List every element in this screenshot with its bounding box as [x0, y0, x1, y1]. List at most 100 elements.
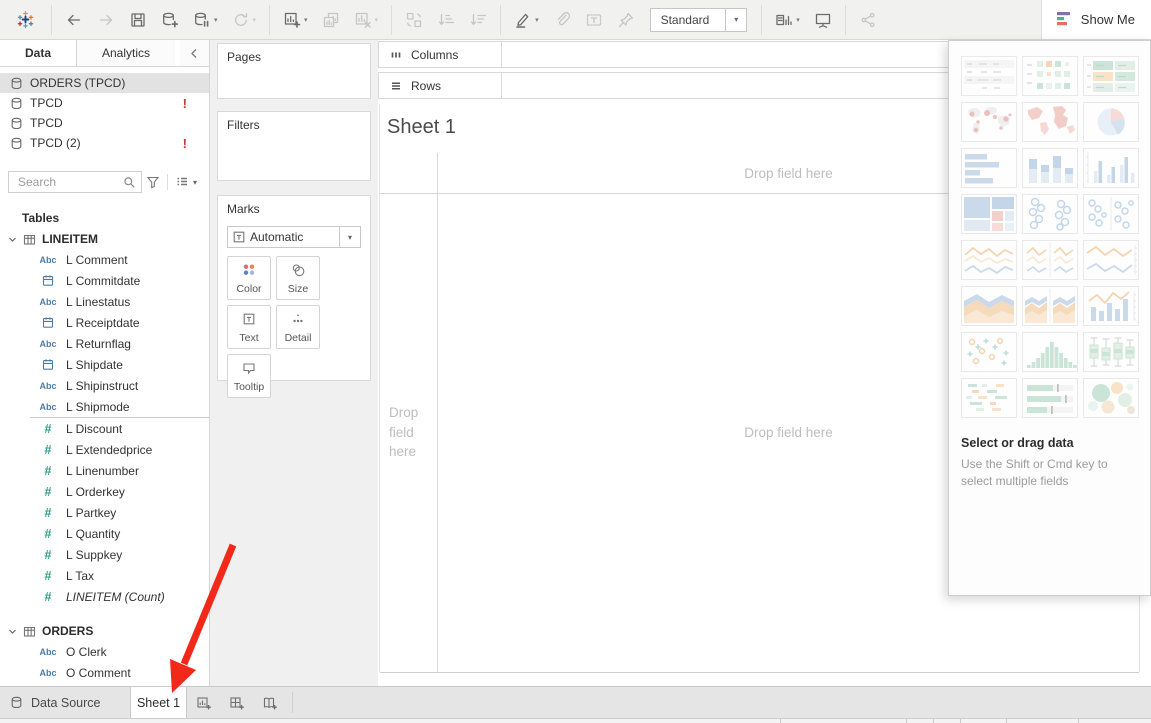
field-row[interactable]: #LINEITEM (Count) [30, 586, 209, 607]
field-row[interactable]: #L Discount [30, 418, 209, 439]
redo-button[interactable] [90, 0, 122, 39]
data-source-item[interactable]: TPCD! [0, 93, 209, 113]
data-source-item[interactable]: ORDERS (TPCD) [0, 73, 209, 93]
field-row[interactable]: L Receiptdate [0, 312, 209, 333]
mark-button-text[interactable]: Text [227, 305, 271, 349]
drop-zone-left[interactable]: Drop field here [380, 193, 436, 672]
field-row[interactable]: #L Extendedprice [30, 439, 209, 460]
search-input-box[interactable] [8, 171, 142, 193]
showme-histogram-thumbnail[interactable] [1022, 332, 1078, 372]
sort-descending-button[interactable] [462, 0, 494, 39]
field-row[interactable]: L Commitdate [0, 270, 209, 291]
run-auto-updates-button[interactable]: ▾ [225, 0, 264, 39]
showme-highlight-table-thumbnail[interactable] [1022, 56, 1078, 96]
showme-heat-map-thumbnail[interactable] [1083, 56, 1139, 96]
field-row[interactable]: #L Quantity [30, 523, 209, 544]
pages-card[interactable]: Pages [217, 43, 371, 99]
mark-type-dropdown[interactable]: Automatic ▾ [227, 226, 361, 248]
chevron-down-icon[interactable] [8, 627, 17, 636]
showme-gantt-thumbnail[interactable] [961, 378, 1017, 418]
highlight-button[interactable]: ▾ [507, 0, 546, 39]
view-options-caret[interactable]: ▾ [193, 178, 201, 187]
field-row[interactable]: AbcL Shipmode [0, 396, 209, 417]
field-row[interactable]: #L Orderkey [30, 481, 209, 502]
field-row[interactable]: #L Partkey [30, 502, 209, 523]
swap-rows-columns-button[interactable] [398, 0, 430, 39]
showme-horizontal-bars-thumbnail[interactable] [961, 148, 1017, 188]
table-group-lineitem[interactable]: LINEITEM [0, 229, 209, 249]
data-source-tab[interactable]: Data Source [0, 687, 130, 718]
showme-box-and-whisker-thumbnail[interactable] [1083, 332, 1139, 372]
tab-data[interactable]: Data [0, 40, 77, 66]
new-worksheet-button[interactable] [187, 687, 220, 718]
duplicate-sheet-button[interactable] [315, 0, 347, 39]
fit-caret-icon[interactable]: ▾ [725, 9, 746, 31]
field-row[interactable]: #L Suppkey [30, 544, 209, 565]
collapse-pane-icon[interactable] [180, 40, 209, 66]
new-data-source-button[interactable] [154, 0, 186, 39]
showme-area-discrete-thumbnail[interactable] [1022, 286, 1078, 326]
run-auto-updates-caret[interactable]: ▾ [253, 16, 257, 24]
presentation-mode-button[interactable] [807, 0, 839, 39]
paperclip-button[interactable] [546, 0, 578, 39]
new-worksheet-button[interactable]: ▾ [276, 0, 315, 39]
sheet-tab-sheet1[interactable]: Sheet 1 [130, 687, 187, 718]
field-row[interactable]: AbcL Shipinstruct [0, 375, 209, 396]
showme-lines-continuous-thumbnail[interactable] [961, 240, 1017, 280]
field-row[interactable]: AbcO Clerk [0, 641, 209, 662]
chevron-down-icon[interactable] [8, 235, 17, 244]
showme-area-continuous-thumbnail[interactable] [961, 286, 1017, 326]
search-input[interactable] [16, 174, 123, 190]
showme-circle-views-thumbnail[interactable] [1022, 194, 1078, 234]
showme-lines-discrete-thumbnail[interactable] [1022, 240, 1078, 280]
data-source-item[interactable]: TPCD [0, 113, 209, 133]
showme-stacked-bars-thumbnail[interactable] [1022, 148, 1078, 188]
clear-sheet-caret[interactable]: ▾ [375, 16, 379, 24]
mark-button-detail[interactable]: Detail [276, 305, 320, 349]
tab-analytics[interactable]: Analytics [77, 40, 175, 66]
mark-button-color[interactable]: Color [227, 256, 271, 300]
filters-card[interactable]: Filters [217, 111, 371, 181]
showme-packed-bubbles-thumbnail[interactable] [1083, 378, 1139, 418]
pause-auto-updates-caret[interactable]: ▾ [214, 16, 218, 24]
showme-symbol-map-thumbnail[interactable] [961, 102, 1017, 142]
sort-ascending-button[interactable] [430, 0, 462, 39]
new-story-button[interactable] [253, 687, 286, 718]
field-row[interactable]: #L Linenumber [30, 460, 209, 481]
field-row[interactable]: AbcO Comment [0, 662, 209, 683]
filter-fields-icon[interactable] [142, 175, 164, 189]
showme-bullet-graph-thumbnail[interactable] [1022, 378, 1078, 418]
showme-text-table-thumbnail[interactable] [961, 56, 1017, 96]
pause-auto-updates-button[interactable]: ▾ [186, 0, 225, 39]
save-button[interactable] [122, 0, 154, 39]
showme-treemap-thumbnail[interactable] [961, 194, 1017, 234]
undo-button[interactable] [58, 0, 90, 39]
show-mark-labels-caret[interactable]: ▾ [796, 16, 800, 24]
mark-type-caret[interactable]: ▾ [339, 227, 360, 247]
field-row[interactable]: #L Tax [30, 565, 209, 586]
showme-scatter-plot-thumbnail[interactable] [961, 332, 1017, 372]
share-button[interactable] [852, 0, 884, 39]
showme-pie-chart-thumbnail[interactable] [1083, 102, 1139, 142]
showme-dual-combination-thumbnail[interactable] [1083, 286, 1139, 326]
showme-filled-map-thumbnail[interactable] [1022, 102, 1078, 142]
mark-button-size[interactable]: Size [276, 256, 320, 300]
show-mark-labels-button[interactable]: ▾ [768, 0, 807, 39]
text-annotation-button[interactable] [578, 0, 610, 39]
field-row[interactable]: L Shipdate [0, 354, 209, 375]
new-worksheet-caret[interactable]: ▾ [304, 16, 308, 24]
show-me-button[interactable]: Show Me [1041, 0, 1151, 39]
field-row[interactable]: AbcL Returnflag [0, 333, 209, 354]
field-row[interactable]: AbcL Linestatus [0, 291, 209, 312]
new-dashboard-button[interactable] [220, 687, 253, 718]
showme-side-by-side-circles-thumbnail[interactable] [1083, 194, 1139, 234]
data-source-item[interactable]: TPCD (2)! [0, 133, 209, 153]
field-row[interactable]: AbcL Comment [0, 249, 209, 270]
showme-dual-lines-thumbnail[interactable] [1083, 240, 1139, 280]
table-group-orders[interactable]: ORDERS [0, 621, 209, 641]
showme-side-by-side-bars-thumbnail[interactable] [1083, 148, 1139, 188]
fix-axes-pin-button[interactable] [610, 0, 642, 39]
clear-sheet-button[interactable]: ▾ [347, 0, 386, 39]
view-options-icon[interactable] [171, 175, 193, 189]
fit-selector-dropdown[interactable]: Standard▾ [650, 8, 748, 32]
